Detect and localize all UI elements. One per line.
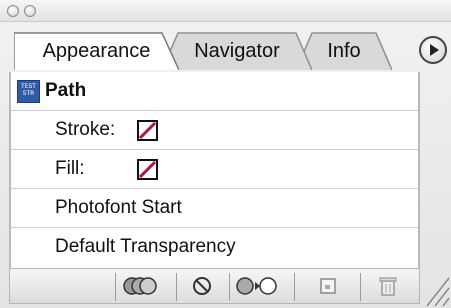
tab-appearance-label: Appearance xyxy=(42,40,151,62)
panel-menu-button[interactable] xyxy=(419,36,447,64)
stroke-label: Stroke: xyxy=(55,119,116,140)
transparency-row[interactable]: Default Transparency xyxy=(11,228,418,267)
circle-arrow-circle-icon xyxy=(236,277,277,295)
toolbar-divider xyxy=(229,273,230,301)
object-row[interactable]: TEST STR Path xyxy=(11,72,418,111)
none-slash-icon xyxy=(139,122,156,139)
appearance-list: TEST STR Path Stroke: Fill: Photofont St… xyxy=(9,72,420,268)
duplicate-item-icon[interactable] xyxy=(306,271,350,301)
thumbnail-text-line-1: TEST xyxy=(21,83,36,90)
toolbar-divider xyxy=(176,273,177,301)
delete-item-icon[interactable] xyxy=(366,271,410,301)
toolbar-divider xyxy=(115,273,116,301)
none-slash-icon xyxy=(139,161,156,178)
close-button[interactable] xyxy=(7,5,19,17)
clear-appearance-icon[interactable] xyxy=(180,271,224,301)
toolbar-divider xyxy=(360,273,361,301)
object-label: Path xyxy=(45,80,87,101)
thumbnail-text-line-2: STR xyxy=(22,90,35,97)
appearance-panel: Info Navigator Appearance TEST STR Path xyxy=(0,0,451,308)
trash-icon xyxy=(379,277,397,296)
object-thumbnail-icon: TEST STR xyxy=(17,80,40,103)
tab-navigator-label: Navigator xyxy=(194,40,280,62)
new-art-basic-appearance-icon[interactable] xyxy=(118,271,162,301)
fill-row[interactable]: Fill: xyxy=(11,150,418,189)
stroke-swatch-none-icon[interactable] xyxy=(137,120,158,141)
no-circle-icon xyxy=(193,277,211,295)
title-bar[interactable] xyxy=(0,0,451,22)
stroke-row[interactable]: Stroke: xyxy=(11,111,418,150)
bottom-toolbar xyxy=(9,268,420,304)
tab-info-label: Info xyxy=(327,40,361,62)
tab-navigator[interactable]: Navigator xyxy=(162,32,312,70)
toolbar-divider xyxy=(294,273,295,301)
fill-swatch-none-icon[interactable] xyxy=(137,159,158,180)
new-page-icon xyxy=(320,278,336,294)
effect-label: Photofont Start xyxy=(55,197,182,218)
resize-grip-icon[interactable] xyxy=(421,272,451,308)
minimize-button[interactable] xyxy=(24,5,36,17)
reduce-to-basic-appearance-icon[interactable] xyxy=(234,271,278,301)
fill-label: Fill: xyxy=(55,158,85,179)
three-circles-icon xyxy=(123,277,157,295)
transparency-label: Default Transparency xyxy=(55,236,236,257)
tab-strip: Info Navigator Appearance xyxy=(0,24,451,72)
effect-row[interactable]: Photofont Start xyxy=(11,189,418,228)
tab-appearance[interactable]: Appearance xyxy=(14,32,179,70)
